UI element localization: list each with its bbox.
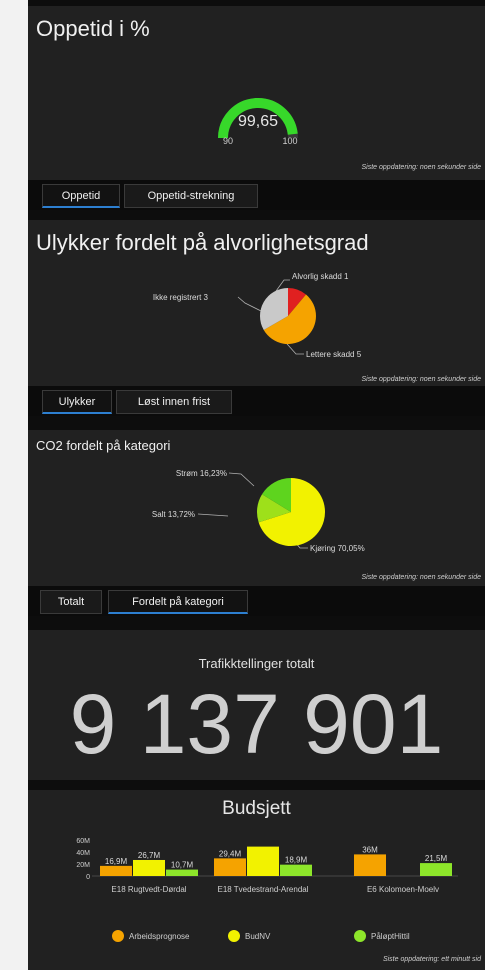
y-tick-label: 20M [76, 862, 90, 869]
accidents-panel: Ulykker fordelt på alvorlighetsgrad Alvo… [28, 220, 485, 388]
tab-by-category[interactable]: Fordelt på kategori [108, 590, 248, 614]
bar-data-label: 26,7M [138, 851, 161, 860]
uptime-tabs: Oppetid Oppetid-strekning [28, 180, 485, 210]
bar-data-label: 29,4M [219, 849, 242, 858]
leader-salt [197, 513, 229, 517]
accidents-tabs: Ulykker Løst innen frist [28, 386, 485, 416]
bar-data-label: 10,7M [171, 861, 194, 870]
gauge-value: 99,65 [238, 113, 278, 130]
tab-solved-in-time[interactable]: Løst innen frist [116, 390, 232, 414]
co2-panel: CO2 fordelt på kategori Strøm 16,23% Sal… [28, 430, 485, 586]
label-minor: Lettere skadd 5 [306, 350, 362, 359]
co2-pie-chart: Strøm 16,23% Salt 13,72% Kjøring 70,05% [152, 469, 365, 553]
tab-uptime[interactable]: Oppetid [42, 184, 120, 208]
accidents-pie-chart: Alvorlig skadd 1 Ikke registrert 3 Lette… [153, 272, 362, 359]
y-tick-label: 0 [86, 874, 90, 881]
legend-label[interactable]: Arbeidsprognose [129, 932, 190, 941]
budget-bar[interactable] [214, 858, 246, 876]
label-unregistered: Ikke registrert 3 [153, 293, 209, 302]
uptime-updated: Siste oppdatering: noen sekunder side [361, 164, 481, 171]
label-severe: Alvorlig skadd 1 [292, 272, 349, 281]
uptime-panel: Oppetid i % 99,65 90 100 Siste oppdateri… [28, 6, 485, 182]
legend-label[interactable]: PåløptHittil [371, 932, 410, 941]
budget-bar[interactable] [280, 864, 312, 876]
label-driving: Kjøring 70,05% [310, 544, 365, 553]
traffic-value: 9 137 901 [69, 677, 444, 771]
tab-accidents[interactable]: Ulykker [42, 390, 112, 414]
traffic-panel: Trafikktellinger totalt 9 137 901 [28, 630, 485, 780]
leader-unregistered [237, 296, 264, 313]
legend-marker[interactable] [228, 930, 240, 942]
legend-marker[interactable] [354, 930, 366, 942]
y-tick-label: 40M [76, 850, 90, 857]
tab-uptime-stretch[interactable]: Oppetid-strekning [124, 184, 258, 208]
dashboard: Oppetid i % 99,65 90 100 Siste oppdateri… [28, 0, 485, 970]
uptime-title: Oppetid i % [36, 16, 150, 41]
traffic-title: Trafikktellinger totalt [198, 656, 315, 671]
co2-updated: Siste oppdatering: noen sekunder side [361, 574, 481, 581]
bar-data-label: 16,9M [105, 857, 128, 866]
gauge-min: 90 [223, 136, 233, 146]
budget-bar[interactable] [166, 869, 198, 876]
budget-bar[interactable] [354, 854, 386, 876]
accidents-updated: Siste oppdatering: noen sekunder side [361, 376, 481, 383]
bar-data-label: 36M [362, 845, 378, 854]
budget-updated: Siste oppdatering: ett minutt sid [382, 956, 481, 963]
y-tick-label: 60M [76, 838, 90, 845]
budget-bar[interactable] [420, 863, 452, 876]
x-category-label: E6 Kolomoen-Moelv [367, 885, 439, 894]
x-category-label: E18 Tvedestrand-Arendal [217, 885, 308, 894]
legend-label[interactable]: BudNV [245, 932, 271, 941]
budget-bar[interactable] [247, 846, 279, 876]
budget-bar[interactable] [100, 865, 132, 876]
leader-power [228, 472, 255, 487]
budget-panel: Budsjett 60M 40M 20M 0 16,9M 26,7M 10,7M E18 Ru… [28, 790, 485, 970]
budget-bar[interactable] [133, 859, 165, 876]
co2-tabs: Totalt Fordelt på kategori [28, 586, 485, 616]
label-power: Strøm 16,23% [176, 469, 227, 478]
label-salt: Salt 13,72% [152, 510, 195, 519]
legend-marker[interactable] [112, 930, 124, 942]
budget-bar-chart: 60M 40M 20M 0 16,9M 26,7M 10,7M E18 Rugtvedt-Dø… [76, 838, 458, 942]
tab-total[interactable]: Totalt [40, 590, 102, 614]
bar-data-label: 18,9M [285, 856, 308, 865]
x-category-label: E18 Rugtvedt-Dørdal [111, 885, 186, 894]
gauge-max: 100 [282, 136, 297, 146]
bar-data-label: 21,5M [425, 854, 448, 863]
uptime-gauge: 99,65 90 100 [218, 98, 298, 146]
